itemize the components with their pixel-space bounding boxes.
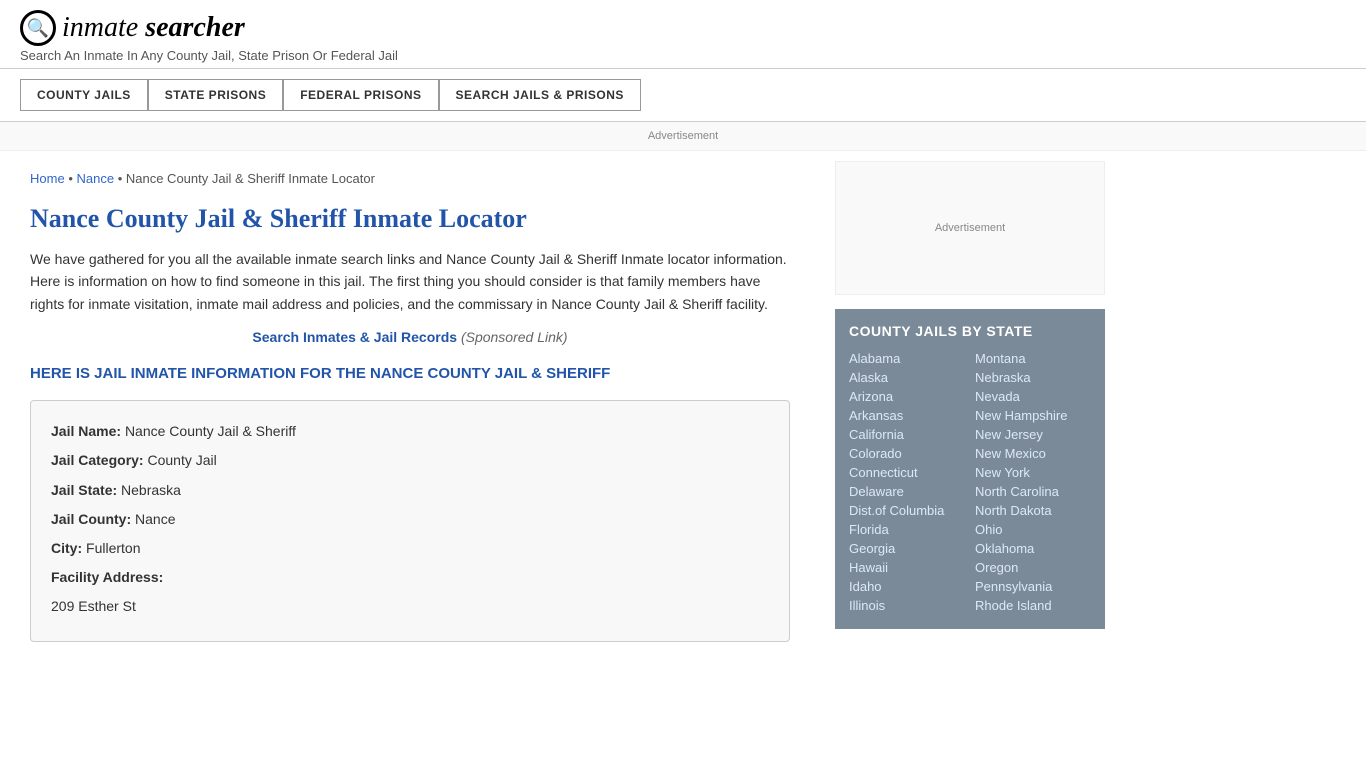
state-link[interactable]: Florida [849,520,965,539]
content-area: Home • Nance • Nance County Jail & Sheri… [0,151,820,662]
breadcrumb-home[interactable]: Home [30,171,65,186]
state-link[interactable]: Illinois [849,596,965,615]
state-link[interactable]: Alabama [849,349,965,368]
state-col1: AlabamaAlaskaArizonaArkansasCaliforniaCo… [849,349,965,615]
jail-info-heading: HERE IS JAIL INMATE INFORMATION FOR THE … [30,363,790,384]
state-link[interactable]: Nevada [975,387,1091,406]
logo-text: inmate searcher [62,12,245,44]
county-jails-btn[interactable]: COUNTY JAILS [20,79,148,111]
logo-icon: 🔍 [20,10,56,46]
state-columns: AlabamaAlaskaArizonaArkansasCaliforniaCo… [849,349,1091,615]
jail-city-label: City: [51,540,82,556]
state-link[interactable]: New Jersey [975,425,1091,444]
state-link[interactable]: Oregon [975,558,1091,577]
jail-city-row: City: Fullerton [51,536,769,561]
jail-category-row: Jail Category: County Jail [51,448,769,473]
state-link[interactable]: Arizona [849,387,965,406]
breadcrumb-sep2: • [118,171,126,186]
nav-bar: COUNTY JAILS STATE PRISONS FEDERAL PRISO… [0,69,1366,122]
sponsored-link[interactable]: Search Inmates & Jail Records [252,329,457,345]
sponsored-link-area: Search Inmates & Jail Records (Sponsored… [30,329,790,345]
logo-area: 🔍 inmate searcher [20,10,1346,46]
tagline: Search An Inmate In Any County Jail, Sta… [20,48,1346,63]
page-title: Nance County Jail & Sheriff Inmate Locat… [30,204,790,234]
jail-address-value: 209 Esther St [51,598,136,614]
state-link[interactable]: North Carolina [975,482,1091,501]
main-layout: Home • Nance • Nance County Jail & Sheri… [0,151,1366,662]
state-link[interactable]: Nebraska [975,368,1091,387]
sidebar-ad: Advertisement [835,161,1105,295]
nav-buttons: COUNTY JAILS STATE PRISONS FEDERAL PRISO… [20,79,1346,111]
state-prisons-btn[interactable]: STATE PRISONS [148,79,283,111]
state-col2: MontanaNebraskaNevadaNew HampshireNew Je… [975,349,1091,615]
state-link[interactable]: Montana [975,349,1091,368]
state-link[interactable]: Dist.of Columbia [849,501,965,520]
state-link[interactable]: Delaware [849,482,965,501]
jail-name-label: Jail Name: [51,423,121,439]
state-link[interactable]: Pennsylvania [975,577,1091,596]
ad-bar: Advertisement [0,122,1366,151]
state-link[interactable]: Alaska [849,368,965,387]
jail-state-row: Jail State: Nebraska [51,478,769,503]
jail-county-value: Nance [135,511,175,527]
state-link[interactable]: New Mexico [975,444,1091,463]
jail-address-row: Facility Address: [51,565,769,590]
jail-city-value: Fullerton [86,540,140,556]
breadcrumb: Home • Nance • Nance County Jail & Sheri… [30,171,790,186]
state-link[interactable]: New York [975,463,1091,482]
state-link[interactable]: Connecticut [849,463,965,482]
state-box-title: COUNTY JAILS BY STATE [849,323,1091,339]
jail-name-value: Nance County Jail & Sheriff [125,423,296,439]
header: 🔍 inmate searcher Search An Inmate In An… [0,0,1366,69]
jail-county-row: Jail County: Nance [51,507,769,532]
state-box: COUNTY JAILS BY STATE AlabamaAlaskaArizo… [835,309,1105,629]
jail-state-value: Nebraska [121,482,181,498]
search-jails-btn[interactable]: SEARCH JAILS & PRISONS [439,79,641,111]
jail-name-row: Jail Name: Nance County Jail & Sheriff [51,419,769,444]
state-link[interactable]: California [849,425,965,444]
sidebar: Advertisement COUNTY JAILS BY STATE Alab… [820,151,1120,662]
state-link[interactable]: Oklahoma [975,539,1091,558]
jail-category-label: Jail Category: [51,452,144,468]
state-link[interactable]: Rhode Island [975,596,1091,615]
jail-category-value: County Jail [147,452,216,468]
sponsored-note: (Sponsored Link) [461,329,568,345]
jail-details-box: Jail Name: Nance County Jail & Sheriff J… [30,400,790,642]
jail-state-label: Jail State: [51,482,117,498]
state-link[interactable]: New Hampshire [975,406,1091,425]
description: We have gathered for you all the availab… [30,248,790,315]
state-link[interactable]: North Dakota [975,501,1091,520]
state-link[interactable]: Hawaii [849,558,965,577]
breadcrumb-current: Nance County Jail & Sheriff Inmate Locat… [126,171,375,186]
jail-address-label: Facility Address: [51,569,163,585]
jail-county-label: Jail County: [51,511,131,527]
state-link[interactable]: Idaho [849,577,965,596]
state-link[interactable]: Ohio [975,520,1091,539]
jail-address-value-row: 209 Esther St [51,594,769,619]
breadcrumb-nance[interactable]: Nance [76,171,114,186]
state-link[interactable]: Arkansas [849,406,965,425]
state-link[interactable]: Georgia [849,539,965,558]
state-link[interactable]: Colorado [849,444,965,463]
federal-prisons-btn[interactable]: FEDERAL PRISONS [283,79,438,111]
